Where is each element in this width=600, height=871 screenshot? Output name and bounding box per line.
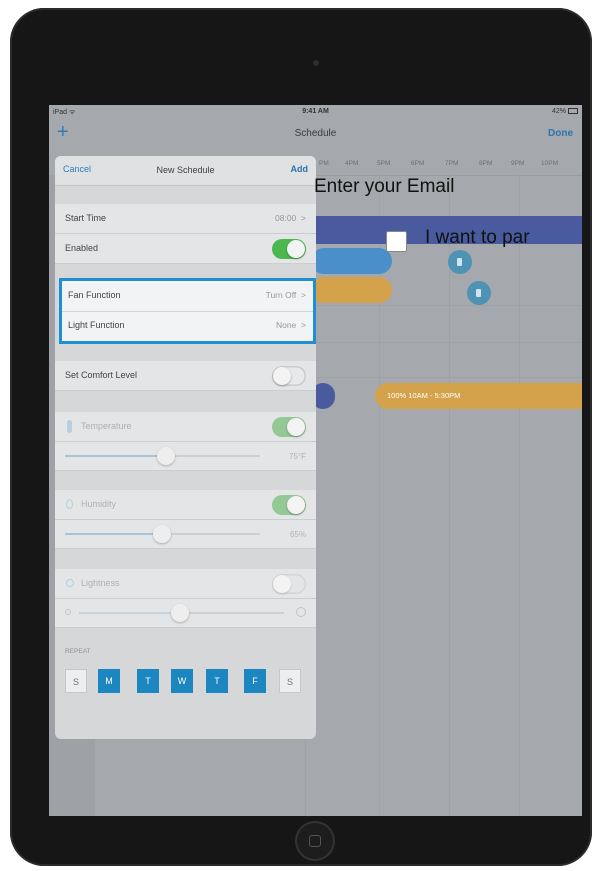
droplet-icon	[66, 499, 73, 509]
grid-line	[519, 175, 520, 816]
grid-line	[311, 377, 582, 378]
day-toggle-thursday[interactable]: T	[206, 669, 228, 693]
chevron-right-icon: >	[301, 290, 306, 300]
temperature-label: Temperature	[81, 421, 132, 431]
add-button[interactable]: Add	[291, 164, 309, 174]
chevron-right-icon: >	[301, 320, 306, 330]
temperature-toggle[interactable]	[272, 417, 306, 437]
temperature-value: 75°F	[289, 452, 306, 461]
sheet-header: Cancel New Schedule Add	[55, 156, 316, 186]
hour-label: 5PM	[377, 160, 391, 167]
lightness-slider[interactable]	[79, 604, 284, 622]
humidity-label: Humidity	[81, 499, 117, 509]
sun-large-icon	[296, 607, 306, 617]
enabled-label: Enabled	[65, 243, 99, 253]
function-highlight: Fan Function Turn Off > Light Function N…	[59, 278, 316, 344]
humidity-slider[interactable]	[65, 525, 260, 543]
home-button[interactable]	[295, 821, 335, 861]
lightness-toggle[interactable]	[272, 574, 306, 594]
slider-thumb[interactable]	[171, 604, 189, 622]
comfort-level-label: Set Comfort Level	[65, 370, 138, 380]
grid-line	[311, 305, 582, 306]
done-button[interactable]: Done	[548, 128, 573, 139]
battery-icon	[568, 108, 578, 114]
consent-label: I want to par	[425, 227, 530, 248]
temperature-row: Temperature	[55, 412, 316, 442]
grid-line	[311, 342, 582, 343]
comfort-level-toggle[interactable]	[272, 366, 306, 386]
day-toggle-sunday[interactable]: S	[65, 669, 87, 693]
light-function-value: None >	[275, 320, 306, 330]
screen: iPad ᯤ 9:41 AM 42% + Schedule Done PM 4P…	[49, 105, 582, 816]
day-toggle-tuesday[interactable]: T	[137, 669, 159, 693]
hour-label: 9PM	[511, 160, 525, 167]
fan-function-label: Fan Function	[68, 290, 121, 300]
humidity-value: 65%	[289, 530, 306, 539]
ipad-frame: iPad ᯤ 9:41 AM 42% + Schedule Done PM 4P…	[10, 8, 592, 866]
hour-label: 8PM	[479, 160, 493, 167]
sun-small-icon	[65, 609, 71, 615]
start-time-row[interactable]: Start Time 08:00 >	[55, 204, 316, 234]
clock: 9:41 AM	[302, 108, 329, 115]
humidity-row: Humidity	[55, 490, 316, 520]
page-title: Schedule	[294, 128, 337, 139]
schedule-dot[interactable]	[467, 281, 491, 305]
start-time-value: 08:00 >	[275, 213, 306, 223]
fan-function-value: Turn Off >	[265, 290, 306, 300]
nav-bar: + Schedule Done	[49, 119, 582, 149]
hour-label: 4PM	[345, 160, 359, 167]
consent-checkbox[interactable]	[386, 231, 407, 252]
day-toggle-monday[interactable]: M	[98, 669, 120, 693]
enabled-row: Enabled	[55, 234, 316, 264]
home-square-icon	[309, 835, 321, 847]
temperature-slider[interactable]	[65, 447, 260, 465]
grid-line	[449, 175, 450, 816]
hour-label: 6PM	[411, 160, 425, 167]
new-schedule-sheet: Cancel New Schedule Add Start Time 08:00…	[55, 156, 316, 739]
day-toggle-wednesday[interactable]: W	[171, 669, 193, 693]
schedule-bar[interactable]: 100% 10AM - 5:30PM	[375, 383, 582, 409]
hour-label: 10PM	[541, 160, 558, 167]
schedule-dot[interactable]	[448, 250, 472, 274]
speaker-icon	[457, 258, 462, 266]
day-toggle-saturday[interactable]: S	[279, 669, 301, 693]
slider-thumb[interactable]	[153, 525, 171, 543]
slider-thumb[interactable]	[157, 447, 175, 465]
schedule-bar[interactable]	[311, 248, 392, 274]
front-camera	[313, 60, 319, 66]
fan-function-row[interactable]: Fan Function Turn Off >	[62, 281, 313, 312]
light-function-row[interactable]: Light Function None >	[62, 311, 313, 341]
comfort-level-row: Set Comfort Level	[55, 361, 316, 391]
hour-label: PM	[319, 160, 329, 167]
light-function-label: Light Function	[68, 320, 125, 330]
repeat-label: REPEAT	[65, 648, 91, 655]
sheet-title: New Schedule	[156, 165, 215, 175]
thermometer-icon	[67, 420, 72, 433]
lightness-label: Lightness	[81, 578, 120, 588]
timeline-header: PM 4PM 5PM 6PM 7PM 8PM 9PM 10PM	[311, 149, 582, 176]
email-label: Enter your Email	[314, 176, 455, 197]
temperature-slider-row: 75°F	[55, 442, 316, 471]
start-time-label: Start Time	[65, 213, 107, 223]
hour-label: 7PM	[445, 160, 459, 167]
schedule-bar-label: 100% 10AM - 5:30PM	[387, 391, 461, 400]
lightness-slider-row	[55, 599, 316, 628]
sun-icon	[66, 579, 74, 587]
humidity-slider-row: 65%	[55, 520, 316, 549]
status-bar: iPad ᯤ 9:41 AM 42%	[49, 105, 582, 119]
lightness-row: Lightness	[55, 569, 316, 599]
chevron-right-icon: >	[301, 213, 306, 223]
schedule-bar[interactable]	[311, 277, 392, 303]
day-toggle-friday[interactable]: F	[244, 669, 266, 693]
speaker-icon	[476, 289, 481, 297]
enabled-toggle[interactable]	[272, 239, 306, 259]
humidity-toggle[interactable]	[272, 495, 306, 515]
battery-percent: 42%	[551, 108, 566, 115]
